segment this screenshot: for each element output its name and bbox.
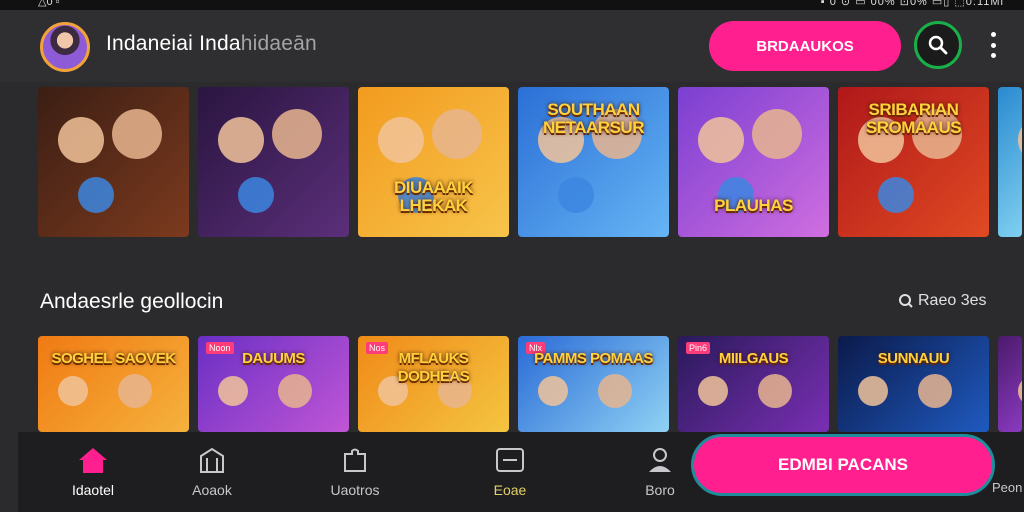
nav-item-profile[interactable]: Boro [620,446,700,498]
game-card[interactable]: PLAUHAS [678,87,829,237]
card-title: PLAUHAS [714,196,793,215]
card-title: DAUUMS [242,350,305,367]
featured-games-row: DIUAAAIK LHEKAK SOUTHAAN NETAARSUR PLAUHAS… [38,87,1022,237]
more-vert-icon-dot [990,42,996,48]
profile-icon [649,448,671,472]
nav-label-puzzle: Uaotros [330,482,380,498]
nav-item-card[interactable]: Eoae [470,446,550,498]
character-art [218,117,264,163]
game-card[interactable] [38,87,189,237]
status-left: △0 ▫ [38,0,60,8]
game-card[interactable]: Pin6 MIILGAUS [678,336,829,432]
bottom-cta-button[interactable]: EDMBI PACANS [691,434,995,496]
character-art [1018,117,1022,163]
character-art [238,177,274,213]
game-card[interactable] [998,336,1022,432]
game-card[interactable]: SRIBARIAN SROMAAUS [838,87,989,237]
search-icon [928,35,948,55]
game-card[interactable]: Nos MFLAUKS DODHEAS [358,336,509,432]
card-icon [496,448,524,472]
character-art [918,374,952,408]
card-title: SUNNAUU [877,350,950,367]
app-title-main: Indaneiai Inda [106,32,241,55]
nav-label-store: Aoaok [192,482,232,498]
more-menu-button[interactable] [982,30,1004,60]
home-icon [79,448,107,473]
header-cta-button[interactable]: BRDAAUKOS [709,21,901,71]
search-icon [899,294,913,308]
character-art [378,117,424,163]
nav-label-card: Eoae [493,482,527,498]
character-art [1018,376,1022,406]
character-art [758,374,792,408]
section-games-row: SOGHEL SAOVEK Noon DAUUMS Nos MFLAUKS DODHEA… [38,336,1022,432]
view-all-link[interactable]: Raeo 3es [898,292,987,310]
character-art [878,177,914,213]
nav-item-home[interactable]: Idaotel [53,446,133,498]
character-art [752,109,802,159]
view-all-label: Raeo 3es [918,292,987,309]
game-card[interactable]: Noon DAUUMS [198,336,349,432]
card-title: DIUAAAIK LHEKAK [393,178,474,215]
character-art [118,374,152,408]
game-card[interactable] [998,87,1022,237]
character-art [218,376,248,406]
character-art [278,374,312,408]
character-art [698,117,744,163]
section-title: Andaesrle geollocin [40,290,224,313]
nav-label-home: Idaotel [71,482,115,498]
character-art [58,117,104,163]
more-vert-icon-dot [990,32,996,37]
game-card[interactable]: SOUTHAAN NETAARSUR [518,87,669,237]
top-bar: Indaneiai Indahidaeān BRDAAUKOS [0,10,1024,82]
card-title: MIILGAUS [718,350,789,367]
card-title: MFLAUKS DODHEAS [397,350,470,385]
game-card[interactable] [198,87,349,237]
character-art [858,376,888,406]
status-right: ▪ 0 ⊙ ▭ 00% ⊡0% ▭▯ ⬚0:11Mi [820,0,1004,8]
game-card[interactable]: DIUAAAIK LHEKAK [358,87,509,237]
card-title: SOUTHAAN NETAARSUR [543,100,644,137]
card-title: SRIBARIAN SROMAAUS [865,100,962,137]
character-art [432,109,482,159]
card-title: PAMMS POMAAS [534,350,653,367]
character-art [598,374,632,408]
nav-edge-label[interactable]: Peon [992,480,1022,495]
search-button[interactable] [914,21,962,69]
app-title: Indaneiai Indahidaeān [106,32,317,56]
game-card[interactable]: SUNNAUU [838,336,989,432]
character-art [78,177,114,213]
more-vert-icon-dot [990,53,996,58]
nav-item-store[interactable]: Aoaok [172,446,252,498]
card-title: SOGHEL SAOVEK [51,350,176,367]
game-card[interactable]: Nlx PAMMS POMAAS [518,336,669,432]
store-icon [200,447,224,473]
character-art [698,376,728,406]
status-bar: △0 ▫ ▪ 0 ⊙ ▭ 00% ⊡0% ▭▯ ⬚0:11Mi [0,0,1024,10]
character-art [58,376,88,406]
character-art [558,177,594,213]
character-art [272,109,322,159]
puzzle-icon [344,448,366,472]
character-art [112,109,162,159]
avatar[interactable] [40,22,90,72]
nav-label-profile: Boro [645,482,675,498]
game-card[interactable]: SOGHEL SAOVEK [38,336,189,432]
nav-item-puzzle[interactable]: Uaotros [315,446,395,498]
character-art [538,376,568,406]
app-title-faded: hidaeān [240,32,317,55]
